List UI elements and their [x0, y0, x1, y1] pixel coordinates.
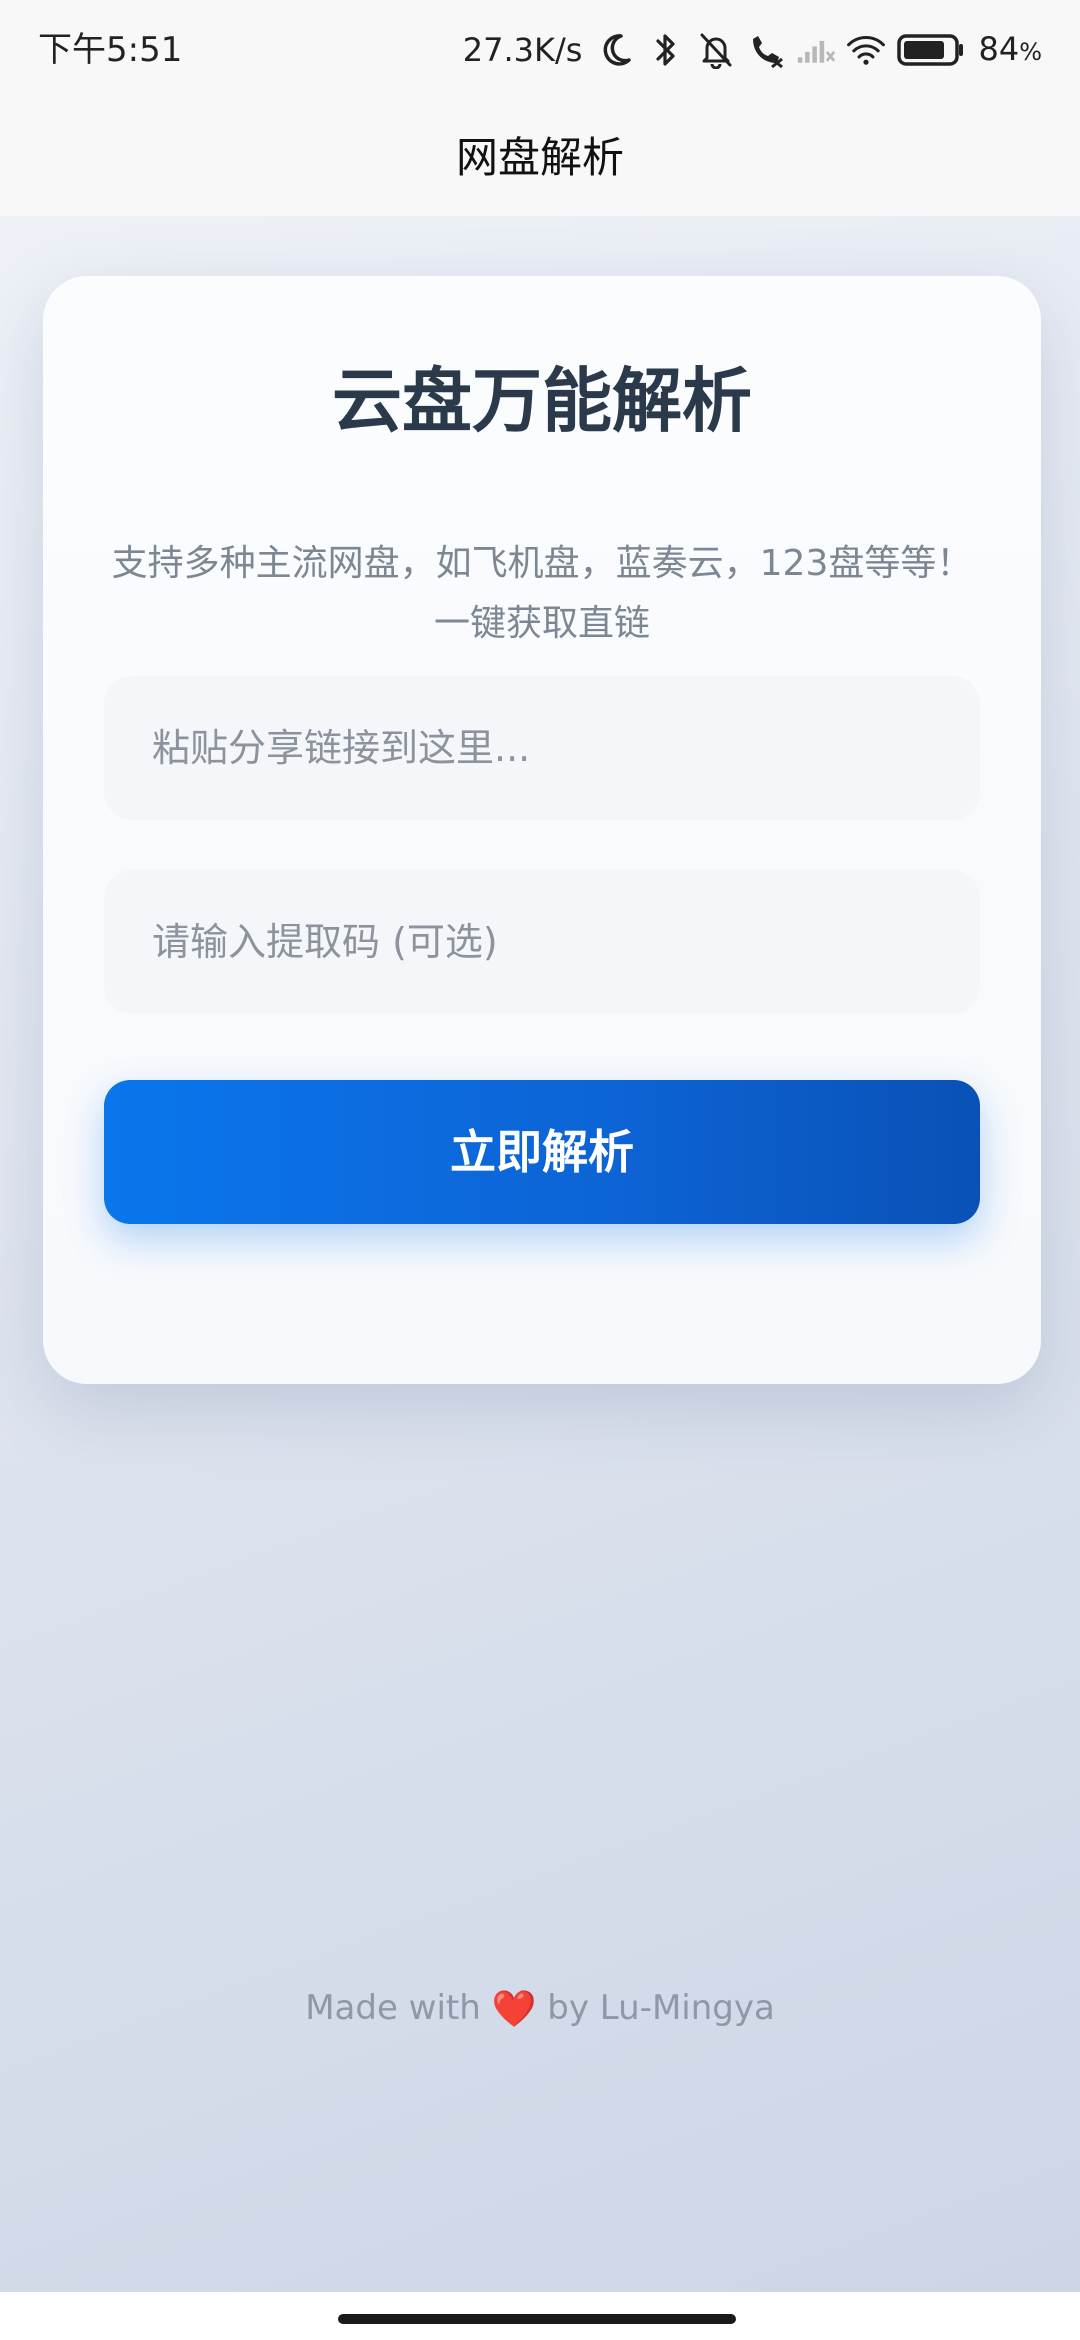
bluetooth-icon: [646, 28, 686, 72]
battery-percent: 84%: [978, 29, 1042, 68]
parse-button[interactable]: 立即解析: [104, 1080, 980, 1224]
footer: Made with ❤️ by Lu-Mingya: [0, 1982, 1080, 2036]
app-bar: 网盘解析: [0, 100, 1080, 216]
footer-prefix: Made with: [305, 1988, 481, 2028]
home-indicator[interactable]: [338, 2314, 736, 2324]
bell-off-icon: [696, 28, 736, 72]
parse-card: 云盘万能解析 支持多种主流网盘，如飞机盘，蓝奏云，123盘等等！一键获取直链 立…: [43, 276, 1041, 1384]
status-icons: 27.3K/s 84%: [463, 26, 1042, 74]
call-icon: [746, 28, 786, 72]
share-link-input[interactable]: [104, 676, 980, 820]
navigation-bar: [0, 2292, 1080, 2340]
battery-unit: %: [1019, 37, 1042, 66]
app-bar-title: 网盘解析: [455, 133, 624, 182]
network-speed: 27.3K/s: [462, 31, 583, 69]
status-bar: 下午5:51 27.3K/s 84%: [0, 0, 1080, 100]
page-content: 云盘万能解析 支持多种主流网盘，如飞机盘，蓝奏云，123盘等等！一键获取直链 立…: [0, 216, 1080, 2292]
card-title: 云盘万能解析: [332, 360, 752, 442]
extract-code-input[interactable]: [104, 870, 980, 1014]
footer-suffix: by Lu-Mingya: [547, 1988, 775, 2028]
card-subtitle: 支持多种主流网盘，如飞机盘，蓝奏云，123盘等等！一键获取直链: [111, 543, 973, 644]
status-time: 下午5:51: [38, 30, 183, 70]
battery-icon: [896, 28, 966, 72]
signal-icon: [796, 28, 836, 72]
moon-icon: [596, 28, 636, 72]
wifi-icon: [846, 28, 886, 72]
heart-icon: ❤️: [491, 1989, 537, 2030]
